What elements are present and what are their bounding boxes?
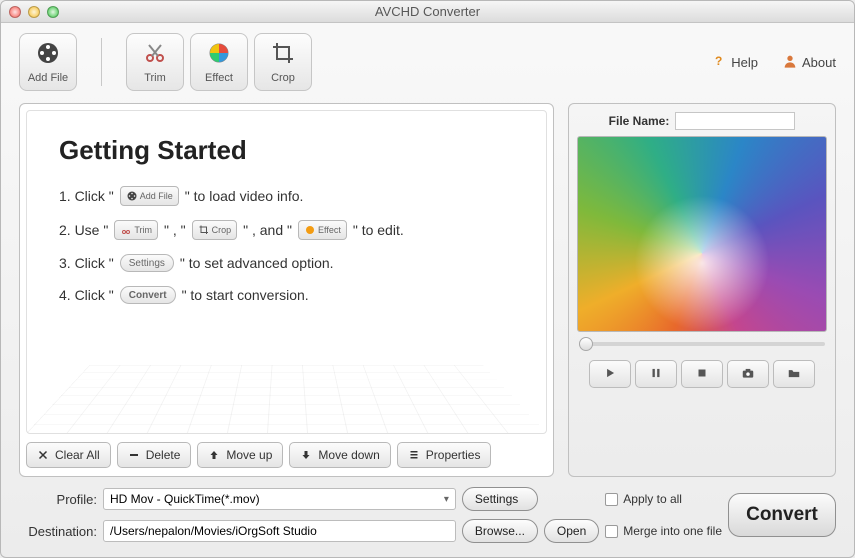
open-folder-button[interactable] <box>773 360 815 388</box>
stop-icon <box>695 366 709 383</box>
mini-convert-pill: Convert <box>120 286 176 304</box>
seek-slider[interactable] <box>579 342 825 346</box>
properties-button[interactable]: Properties <box>397 442 492 468</box>
stop-button[interactable] <box>681 360 723 388</box>
crop-label: Crop <box>271 72 295 84</box>
help-label: Help <box>731 55 758 70</box>
film-reel-icon <box>36 41 60 68</box>
mini-trim-icon: Trim <box>114 220 158 240</box>
preview-panel: File Name: <box>568 103 836 477</box>
camera-icon <box>741 366 755 383</box>
destination-field[interactable]: /Users/nepalon/Movies/iOrgSoft Studio <box>103 520 456 542</box>
delete-button[interactable]: Delete <box>117 442 192 468</box>
profile-label: Profile: <box>19 492 97 507</box>
about-link[interactable]: About <box>782 53 836 72</box>
about-label: About <box>802 55 836 70</box>
file-name-label: File Name: <box>609 114 670 128</box>
crop-button[interactable]: Crop <box>254 33 312 91</box>
getting-started-title: Getting Started <box>59 135 514 166</box>
pause-button[interactable] <box>635 360 677 388</box>
profile-select[interactable]: HD Mov - QuickTime(*.mov) <box>103 488 456 510</box>
clear-all-button[interactable]: Clear All <box>26 442 111 468</box>
effect-label: Effect <box>205 72 233 84</box>
help-icon: ? <box>711 53 727 72</box>
apply-to-all-checkbox[interactable]: Apply to all <box>605 492 722 506</box>
folder-icon <box>787 366 801 383</box>
settings-button[interactable]: Settings <box>462 487 538 511</box>
mini-settings-pill: Settings <box>120 254 174 272</box>
mini-effect-icon: Effect <box>298 220 347 240</box>
video-preview <box>577 136 827 332</box>
add-file-label: Add File <box>28 72 68 84</box>
mini-crop-icon: Crop <box>192 220 238 240</box>
convert-button[interactable]: Convert <box>728 493 836 537</box>
crop-icon <box>271 41 295 68</box>
file-list-panel: Getting Started 1. Click " Add File " to… <box>19 103 554 477</box>
toolbar-separator <box>101 38 102 86</box>
open-button[interactable]: Open <box>544 519 599 543</box>
merge-checkbox[interactable]: Merge into one file <box>605 524 722 538</box>
main-toolbar: Add File Trim Effect Crop ? Help <box>1 23 854 97</box>
getting-started-panel: Getting Started 1. Click " Add File " to… <box>26 110 547 434</box>
trim-label: Trim <box>144 72 166 84</box>
window-title: AVCHD Converter <box>1 4 854 19</box>
color-wheel-icon <box>207 41 231 68</box>
play-button[interactable] <box>589 360 631 388</box>
mini-add-file-icon: Add File <box>120 186 179 206</box>
effect-button[interactable]: Effect <box>190 33 248 91</box>
play-icon <box>603 366 617 383</box>
pause-icon <box>649 366 663 383</box>
destination-label: Destination: <box>19 524 97 539</box>
browse-button[interactable]: Browse... <box>462 519 538 543</box>
app-window: AVCHD Converter Add File Trim Effect <box>0 0 855 558</box>
move-up-button[interactable]: Move up <box>197 442 283 468</box>
titlebar: AVCHD Converter <box>1 1 854 23</box>
person-icon <box>782 53 798 72</box>
file-name-input[interactable] <box>675 112 795 130</box>
svg-text:?: ? <box>715 54 722 68</box>
trim-button[interactable]: Trim <box>126 33 184 91</box>
help-link[interactable]: ? Help <box>711 53 758 72</box>
snapshot-button[interactable] <box>727 360 769 388</box>
move-down-button[interactable]: Move down <box>289 442 390 468</box>
scissors-icon <box>143 41 167 68</box>
add-file-button[interactable]: Add File <box>19 33 77 91</box>
